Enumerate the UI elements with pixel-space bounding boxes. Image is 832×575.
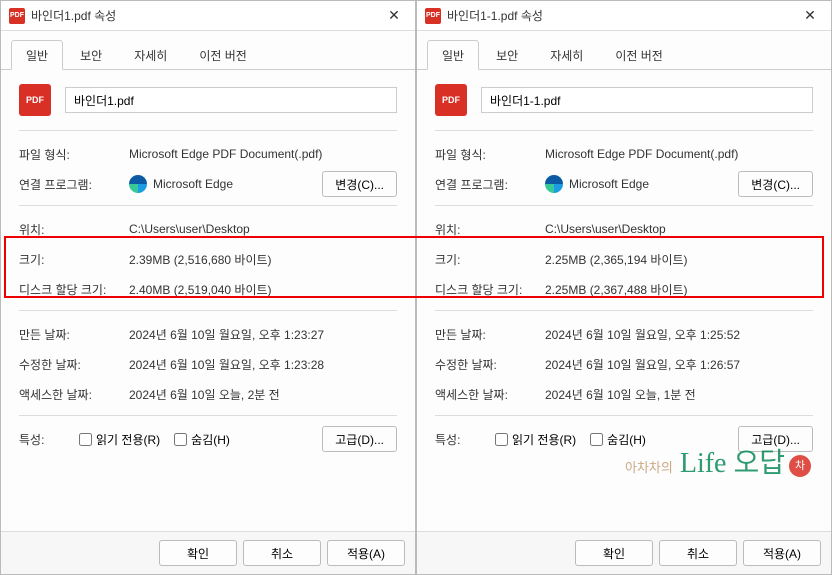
size-value: 2.39MB (2,516,680 바이트)	[129, 251, 397, 268]
readonly-checkbox[interactable]	[79, 433, 92, 446]
created-label: 만든 날짜:	[435, 326, 545, 343]
readonly-label: 읽기 전용(R)	[96, 431, 160, 448]
ok-button[interactable]: 확인	[575, 540, 653, 566]
content-panel: PDF 파일 형식: Microsoft Edge PDF Document(.…	[1, 70, 415, 531]
modified-label: 수정한 날짜:	[435, 356, 545, 373]
apply-button[interactable]: 적용(A)	[327, 540, 405, 566]
openwith-value: Microsoft Edge	[153, 177, 233, 191]
cancel-button[interactable]: 취소	[659, 540, 737, 566]
readonly-checkbox[interactable]	[495, 433, 508, 446]
close-button[interactable]: ✕	[795, 4, 825, 28]
hidden-checkbox[interactable]	[174, 433, 187, 446]
hidden-checkbox-wrap[interactable]: 숨김(H)	[590, 431, 646, 448]
filename-input[interactable]	[65, 87, 397, 113]
window-title: 바인더1-1.pdf 속성	[447, 7, 795, 24]
tab-previous[interactable]: 이전 버전	[600, 40, 678, 70]
disksize-value: 2.40MB (2,519,040 바이트)	[129, 281, 397, 298]
tab-security[interactable]: 보안	[65, 40, 117, 70]
size-value: 2.25MB (2,365,194 바이트)	[545, 251, 813, 268]
tab-previous[interactable]: 이전 버전	[184, 40, 262, 70]
disksize-label: 디스크 할당 크기:	[19, 281, 129, 298]
filetype-label: 파일 형식:	[19, 146, 129, 163]
readonly-checkbox-wrap[interactable]: 읽기 전용(R)	[495, 431, 576, 448]
change-button[interactable]: 변경(C)...	[322, 171, 397, 197]
tab-strip: 일반 보안 자세히 이전 버전	[417, 31, 831, 70]
pdf-file-icon: PDF	[9, 8, 25, 24]
size-label: 크기:	[435, 251, 545, 268]
location-value: C:\Users\user\Desktop	[129, 222, 397, 236]
filetype-label: 파일 형식:	[435, 146, 545, 163]
modified-label: 수정한 날짜:	[19, 356, 129, 373]
modified-value: 2024년 6월 10일 월요일, 오후 1:23:28	[129, 356, 397, 373]
attributes-label: 특성:	[19, 431, 79, 448]
tab-general[interactable]: 일반	[11, 40, 63, 70]
hidden-label: 숨김(H)	[191, 431, 230, 448]
pdf-file-icon: PDF	[435, 84, 467, 116]
properties-dialog-left: PDF 바인더1.pdf 속성 ✕ 일반 보안 자세히 이전 버전 PDF 파일…	[0, 0, 416, 575]
openwith-label: 연결 프로그램:	[435, 176, 545, 193]
hidden-checkbox-wrap[interactable]: 숨김(H)	[174, 431, 230, 448]
accessed-label: 액세스한 날짜:	[19, 386, 129, 403]
properties-dialog-right: PDF 바인더1-1.pdf 속성 ✕ 일반 보안 자세히 이전 버전 PDF …	[416, 0, 832, 575]
openwith-value: Microsoft Edge	[569, 177, 649, 191]
disksize-value: 2.25MB (2,367,488 바이트)	[545, 281, 813, 298]
close-button[interactable]: ✕	[379, 4, 409, 28]
ok-button[interactable]: 확인	[159, 540, 237, 566]
location-value: C:\Users\user\Desktop	[545, 222, 813, 236]
titlebar: PDF 바인더1.pdf 속성 ✕	[1, 1, 415, 31]
tab-strip: 일반 보안 자세히 이전 버전	[1, 31, 415, 70]
accessed-label: 액세스한 날짜:	[435, 386, 545, 403]
hidden-checkbox[interactable]	[590, 433, 603, 446]
pdf-file-icon: PDF	[425, 8, 441, 24]
created-value: 2024년 6월 10일 월요일, 오후 1:25:52	[545, 326, 813, 343]
edge-icon	[129, 175, 147, 193]
location-label: 위치:	[19, 221, 129, 238]
disksize-label: 디스크 할당 크기:	[435, 281, 545, 298]
hidden-label: 숨김(H)	[607, 431, 646, 448]
openwith-label: 연결 프로그램:	[19, 176, 129, 193]
filename-input[interactable]	[481, 87, 813, 113]
modified-value: 2024년 6월 10일 월요일, 오후 1:26:57	[545, 356, 813, 373]
location-label: 위치:	[435, 221, 545, 238]
pdf-file-icon: PDF	[19, 84, 51, 116]
size-label: 크기:	[19, 251, 129, 268]
attributes-label: 특성:	[435, 431, 495, 448]
readonly-checkbox-wrap[interactable]: 읽기 전용(R)	[79, 431, 160, 448]
window-title: 바인더1.pdf 속성	[31, 7, 379, 24]
dialog-footer: 확인 취소 적용(A)	[1, 531, 415, 574]
readonly-label: 읽기 전용(R)	[512, 431, 576, 448]
tab-general[interactable]: 일반	[427, 40, 479, 70]
filetype-value: Microsoft Edge PDF Document(.pdf)	[545, 147, 813, 161]
change-button[interactable]: 변경(C)...	[738, 171, 813, 197]
tab-security[interactable]: 보안	[481, 40, 533, 70]
advanced-button[interactable]: 고급(D)...	[738, 426, 813, 452]
edge-icon	[545, 175, 563, 193]
advanced-button[interactable]: 고급(D)...	[322, 426, 397, 452]
created-value: 2024년 6월 10일 월요일, 오후 1:23:27	[129, 326, 397, 343]
content-panel: PDF 파일 형식: Microsoft Edge PDF Document(.…	[417, 70, 831, 531]
dialog-footer: 확인 취소 적용(A)	[417, 531, 831, 574]
accessed-value: 2024년 6월 10일 오늘, 2분 전	[129, 386, 397, 403]
apply-button[interactable]: 적용(A)	[743, 540, 821, 566]
titlebar: PDF 바인더1-1.pdf 속성 ✕	[417, 1, 831, 31]
created-label: 만든 날짜:	[19, 326, 129, 343]
filetype-value: Microsoft Edge PDF Document(.pdf)	[129, 147, 397, 161]
tab-details[interactable]: 자세히	[535, 40, 598, 70]
cancel-button[interactable]: 취소	[243, 540, 321, 566]
tab-details[interactable]: 자세히	[119, 40, 182, 70]
accessed-value: 2024년 6월 10일 오늘, 1분 전	[545, 386, 813, 403]
